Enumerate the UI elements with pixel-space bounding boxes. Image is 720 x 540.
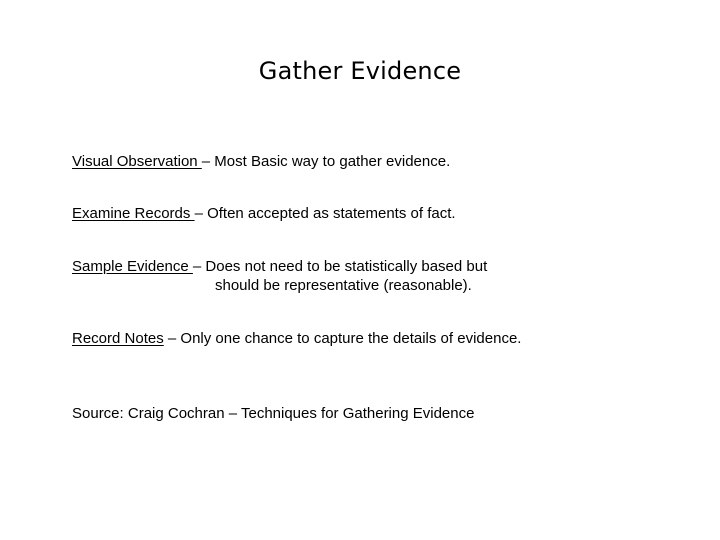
paragraph-record-notes: Record Notes – Only one chance to captur…	[72, 329, 696, 348]
description-record-notes: – Only one chance to capture the details…	[163, 330, 522, 347]
description-sample-evidence-line2: should be representative (reasonable).	[215, 277, 472, 294]
term-record-notes: Record Notes	[72, 330, 164, 347]
term-sample-evidence: Sample Evidence	[72, 258, 193, 275]
description-sample-evidence: – Does not need to be statistically base…	[192, 258, 488, 275]
slide-body: Visual Observation – Most Basic way to g…	[72, 152, 696, 438]
description-visual-observation: – Most Basic way to gather evidence.	[201, 153, 451, 170]
page-title: Gather Evidence	[258, 57, 462, 85]
description-examine-records: – Often accepted as statements of fact.	[194, 205, 456, 222]
term-visual-observation: Visual Observation	[72, 153, 202, 170]
paragraph-visual-observation: Visual Observation – Most Basic way to g…	[72, 152, 696, 171]
paragraph-examine-records: Examine Records – Often accepted as stat…	[72, 204, 696, 223]
paragraph-sample-evidence: Sample Evidence – Does not need to be st…	[72, 257, 696, 295]
term-examine-records: Examine Records	[72, 205, 195, 222]
slide-canvas: Gather Evidence Visual Observation – Mos…	[0, 0, 720, 540]
source-citation: Source: Craig Cochran – Techniques for G…	[72, 405, 475, 422]
